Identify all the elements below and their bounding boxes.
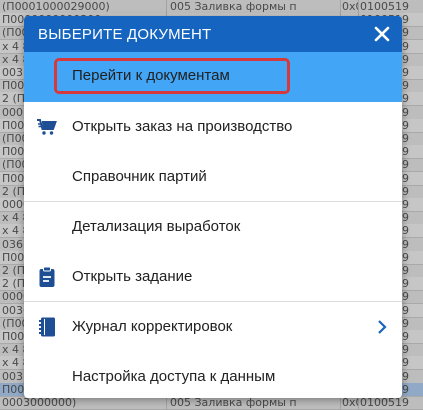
menu-item-label: Детализация выработок: [72, 218, 241, 235]
table-cell: (П0001000029000): [2, 0, 110, 13]
menu-item-label: Открыть заказ на производство: [72, 118, 293, 135]
journal-icon: [36, 316, 58, 338]
menu-item-correction-journal[interactable]: Журнал корректировок: [24, 302, 402, 352]
menu-item-data-access-settings[interactable]: Настройка доступа к данным: [24, 352, 402, 398]
menu-item-output-details[interactable]: Детализация выработок: [24, 202, 402, 252]
menu-item-label: Настройка доступа к данным: [72, 368, 276, 385]
menu-item-open-task[interactable]: Открыть задание: [24, 252, 402, 302]
cart-icon: [36, 116, 58, 138]
chevron-right-icon: [376, 319, 388, 335]
table-cell: 0100519: [360, 0, 409, 13]
dialog-header: ВЫБЕРИТЕ ДОКУМЕНТ: [24, 16, 402, 52]
clipboard-icon: [36, 266, 58, 288]
menu-item-label: Справочник партий: [72, 168, 207, 185]
table-row[interactable]: 0003000000)005 Заливка формы п0х00100519: [0, 396, 423, 410]
close-icon[interactable]: [372, 24, 392, 44]
highlight-annotation: [54, 58, 290, 94]
table-cell: 0х0: [342, 0, 358, 13]
table-row[interactable]: (П0001000029000) 005 Заливка формы п 0х001…: [0, 0, 423, 14]
table-cell: 005 Заливка формы п: [170, 0, 297, 13]
menu-item-label: Журнал корректировок: [72, 318, 233, 335]
menu-item-open-production-order[interactable]: Открыть заказ на производство: [24, 102, 402, 152]
menu-item-label: Открыть задание: [72, 268, 193, 285]
menu-item-batch-directory[interactable]: Справочник партий: [24, 152, 402, 202]
choose-document-dialog: ВЫБЕРИТЕ ДОКУМЕНТ Перейти к документам О…: [24, 16, 402, 398]
dialog-title: ВЫБЕРИТЕ ДОКУМЕНТ: [38, 26, 212, 43]
